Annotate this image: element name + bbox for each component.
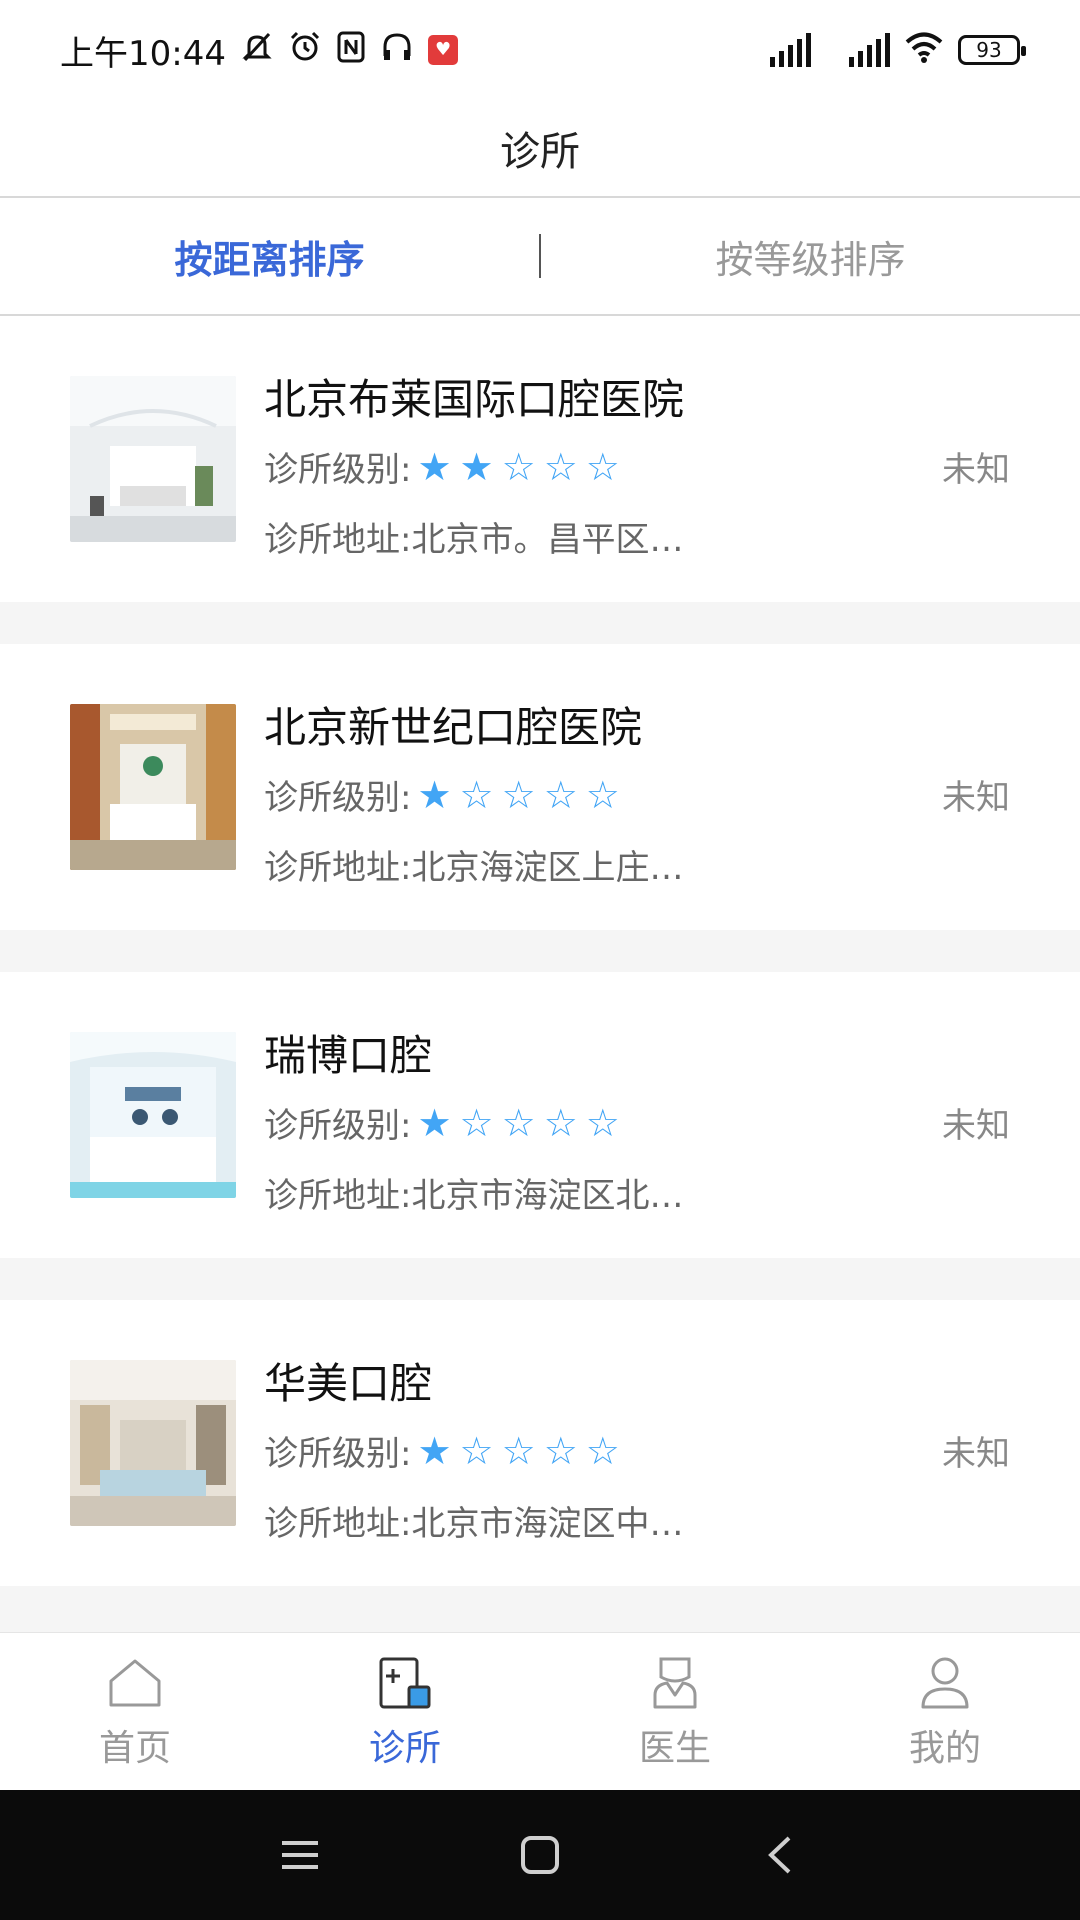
star-outline-icon: ☆ — [585, 772, 620, 817]
clinic-level: 诊所级别: ★ ★ ☆ ☆ ☆ — [264, 442, 620, 491]
nav-clinic-label: 诊所 — [368, 1727, 441, 1769]
star-outline-icon: ☆ — [585, 1428, 620, 1473]
star-outline-icon: ☆ — [459, 772, 494, 817]
system-nav-bar — [0, 1790, 1080, 1920]
clinic-card[interactable]: 华美口腔 诊所级别: ★ ☆ ☆ ☆ ☆ 诊所地址:北京市海淀区中… 未知 — [0, 1300, 1080, 1586]
clinic-level-label: 诊所级别: — [264, 778, 412, 818]
clinic-name: 瑞博口腔 — [264, 1031, 433, 1080]
clinic-distance: 未知 — [942, 778, 1010, 818]
sort-by-distance-tab[interactable]: 按距离排序 — [0, 229, 539, 284]
star-outline-icon: ☆ — [501, 1100, 536, 1145]
star-outline-icon: ☆ — [501, 772, 536, 817]
star-outline-icon: ☆ — [459, 1428, 494, 1473]
nav-doctor-label: 医生 — [638, 1727, 711, 1769]
nav-doctor[interactable]: 医生 — [540, 1633, 810, 1790]
clinic-level: 诊所级别: ★ ☆ ☆ ☆ ☆ — [264, 770, 620, 819]
clinic-icon — [375, 1653, 435, 1713]
page-title: 诊所 — [500, 129, 580, 175]
nfc-icon — [336, 30, 366, 70]
status-left: 上午10:44 — [60, 26, 458, 75]
clinic-thumbnail — [70, 1360, 236, 1526]
page-header: 诊所 — [0, 100, 1080, 198]
clinic-thumbnail — [70, 376, 236, 542]
menu-icon[interactable] — [260, 1815, 340, 1895]
home-button-icon[interactable] — [500, 1815, 580, 1895]
star-filled-icon: ★ — [417, 772, 452, 817]
doctor-icon — [645, 1653, 705, 1713]
clinic-name: 北京新世纪口腔医院 — [264, 703, 643, 752]
clinic-list: 北京布莱国际口腔医院 诊所级别: ★ ★ ☆ ☆ ☆ 诊所地址:北京市。昌平区… 未知 … — [0, 316, 1080, 1628]
nav-profile[interactable]: 我的 — [810, 1633, 1080, 1790]
rating-stars: ★ ☆ ☆ ☆ ☆ — [417, 776, 619, 814]
clinic-card[interactable]: 瑞博口腔 诊所级别: ★ ☆ ☆ ☆ ☆ 诊所地址:北京市海淀区北… 未知 — [0, 972, 1080, 1258]
clinic-level: 诊所级别: ★ ☆ ☆ ☆ ☆ — [264, 1098, 620, 1147]
wifi-icon — [904, 30, 944, 70]
star-outline-icon: ☆ — [501, 1428, 536, 1473]
clinic-name: 北京布莱国际口腔医院 — [264, 375, 685, 424]
sort-by-level-tab[interactable]: 按等级排序 — [541, 229, 1080, 284]
clinic-distance: 未知 — [942, 450, 1010, 490]
headphones-icon — [380, 30, 414, 70]
clinic-card[interactable]: 北京布莱国际口腔医院 诊所级别: ★ ★ ☆ ☆ ☆ 诊所地址:北京市。昌平区… 未知 — [0, 316, 1080, 602]
clinic-thumbnail — [70, 704, 236, 870]
clinic-address: 诊所地址:北京海淀区上庄… — [264, 848, 684, 888]
clinic-name: 华美口腔 — [264, 1359, 433, 1408]
status-bar: 上午10:44 93 — [0, 0, 1080, 100]
star-outline-icon: ☆ — [501, 444, 536, 489]
clinic-level-label: 诊所级别: — [264, 1434, 412, 1474]
rating-stars: ★ ★ ☆ ☆ ☆ — [417, 448, 619, 486]
clinic-level-label: 诊所级别: — [264, 1106, 412, 1146]
clinic-address: 诊所地址:北京市。昌平区… — [264, 520, 684, 560]
star-filled-icon: ★ — [417, 444, 452, 489]
status-time: 上午10:44 — [60, 33, 226, 74]
star-outline-icon: ☆ — [543, 1100, 578, 1145]
clinic-distance: 未知 — [942, 1434, 1010, 1474]
app-notification-icon — [427, 35, 458, 65]
bottom-nav: 首页 诊所 医生 我的 — [0, 1632, 1080, 1790]
battery-indicator: 93 — [958, 35, 1026, 65]
star-outline-icon: ☆ — [585, 444, 620, 489]
signal-hd-1-icon — [746, 33, 811, 67]
clinic-level-label: 诊所级别: — [264, 450, 412, 490]
status-right: 93 — [746, 30, 1026, 70]
rating-stars: ★ ☆ ☆ ☆ ☆ — [417, 1432, 619, 1470]
clinic-card[interactable]: 北京新世纪口腔医院 诊所级别: ★ ☆ ☆ ☆ ☆ 诊所地址:北京海淀区上庄… 未知 — [0, 644, 1080, 930]
clinic-level: 诊所级别: ★ ☆ ☆ ☆ ☆ — [264, 1426, 620, 1475]
star-outline-icon: ☆ — [459, 1100, 494, 1145]
star-outline-icon: ☆ — [543, 1428, 578, 1473]
sort-tabs: 按距离排序 按等级排序 — [0, 198, 1080, 316]
clinic-address: 诊所地址:北京市海淀区北… — [264, 1176, 684, 1216]
star-outline-icon: ☆ — [585, 1100, 620, 1145]
star-filled-icon: ★ — [417, 1428, 452, 1473]
mute-icon — [240, 30, 274, 70]
profile-icon — [915, 1653, 975, 1713]
clinic-thumbnail — [70, 1032, 236, 1198]
nav-home-label: 首页 — [98, 1727, 171, 1769]
nav-profile-label: 我的 — [908, 1727, 981, 1769]
star-filled-icon: ★ — [459, 444, 494, 489]
signal-hd-2-icon — [825, 33, 890, 67]
nav-clinic[interactable]: 诊所 — [270, 1633, 540, 1790]
star-outline-icon: ☆ — [543, 772, 578, 817]
rating-stars: ★ ☆ ☆ ☆ ☆ — [417, 1104, 619, 1142]
clinic-distance: 未知 — [942, 1106, 1010, 1146]
star-outline-icon: ☆ — [543, 444, 578, 489]
back-icon[interactable] — [740, 1815, 820, 1895]
alarm-icon — [288, 30, 322, 70]
nav-home[interactable]: 首页 — [0, 1633, 270, 1790]
clinic-address: 诊所地址:北京市海淀区中… — [264, 1504, 684, 1544]
star-filled-icon: ★ — [417, 1100, 452, 1145]
home-icon — [105, 1653, 165, 1713]
